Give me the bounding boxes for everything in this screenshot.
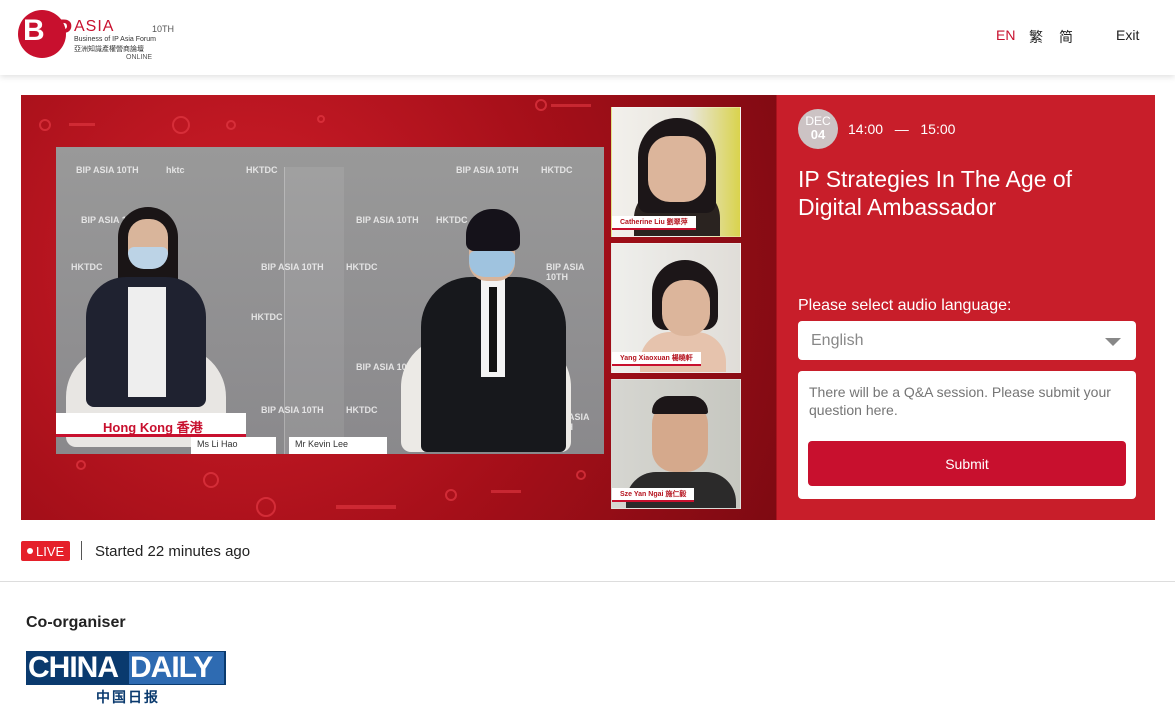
section-divider xyxy=(0,581,1175,582)
backdrop-logo: HKTDC xyxy=(541,165,573,175)
china-daily-logo-china: CHINA xyxy=(28,651,119,684)
live-stream-stage: BIP ASIA 10TH hktc HKTDC BIP ASIA 10TH H… xyxy=(21,95,1155,520)
logo-forum-name-chinese: 亞洲知識產權營商論壇 xyxy=(74,46,144,53)
speaker-2-mask xyxy=(469,251,515,277)
location-label: Hong Kong 香港 xyxy=(103,420,203,435)
exit-link[interactable]: Exit xyxy=(1116,27,1139,43)
chevron-down-icon xyxy=(1105,338,1121,346)
logo-edition: 10TH xyxy=(152,24,175,34)
submit-question-button[interactable]: Submit xyxy=(808,441,1126,486)
panelist-face xyxy=(648,136,706,202)
top-header: B IP ASIA 10TH Business of IP Asia Forum… xyxy=(0,0,1175,75)
session-info-panel: DEC 04 14:00 — 15:00 IP Strategies In Th… xyxy=(776,95,1155,520)
backdrop-logo: HKTDC xyxy=(346,262,378,272)
backdrop-logo: HKTDC xyxy=(71,262,103,272)
logo-letters-ip: IP xyxy=(46,14,72,47)
china-daily-logo[interactable]: CHINA DAILY xyxy=(26,651,226,685)
language-simplified-chinese[interactable]: 简 xyxy=(1059,27,1073,47)
live-badge: LIVE xyxy=(21,541,70,561)
china-daily-logo-chinese: 中国日报 xyxy=(96,690,160,706)
logo-asia: ASIA xyxy=(74,18,115,35)
coorganiser-heading: Co-organiser xyxy=(26,614,126,631)
main-speaker-video: BIP ASIA 10TH hktc HKTDC BIP ASIA 10TH H… xyxy=(56,147,604,454)
video-player[interactable]: BIP ASIA 10TH hktc HKTDC BIP ASIA 10TH H… xyxy=(21,95,776,520)
panelist-video-1: Catherine Liu 劉翠萍 xyxy=(611,107,741,237)
panelist-hair xyxy=(652,396,708,414)
language-traditional-chinese[interactable]: 繁 xyxy=(1029,27,1043,47)
audio-language-label: Please select audio language: xyxy=(798,297,1012,314)
live-dot-icon xyxy=(27,548,33,554)
backdrop-logo: BIP ASIA 10TH xyxy=(546,262,585,282)
location-lower-third: Hong Kong 香港 xyxy=(56,413,246,437)
panelist-face xyxy=(662,280,710,336)
date-day: 04 xyxy=(810,127,826,142)
logo-forum-name: Business of IP Asia Forum xyxy=(74,36,156,43)
china-daily-logo-daily: DAILY xyxy=(129,652,224,684)
session-time: 14:00 — 15:00 xyxy=(848,121,956,137)
logo-online: ONLINE xyxy=(126,54,153,61)
audio-language-select[interactable]: English xyxy=(798,321,1136,360)
logo-letter-b: B xyxy=(23,14,45,47)
separator xyxy=(81,541,82,560)
backdrop-logo: HKTDC xyxy=(246,165,278,175)
panelist-video-2: Yang Xiaoxuan 楊曉軒 xyxy=(611,243,741,373)
backdrop-logo: hktc xyxy=(166,165,185,175)
live-label: LIVE xyxy=(36,544,65,559)
speaker-2-hair xyxy=(466,209,520,251)
backdrop-logo: HKTDC xyxy=(346,405,378,415)
panelist-video-3: Sze Yan Ngai 施仁毅 xyxy=(611,379,741,509)
speaker-1-shirt xyxy=(128,287,166,397)
backdrop-logo: HKTDC xyxy=(251,312,283,322)
speaker-2-tie xyxy=(489,287,497,372)
question-input[interactable] xyxy=(809,383,1125,443)
date-month: DEC xyxy=(805,114,831,128)
speaker-1-name-tag: Ms Li Hao xyxy=(191,437,276,454)
glass-divider xyxy=(284,167,344,454)
session-title: IP Strategies In The Age of Digital Amba… xyxy=(798,166,1073,220)
backdrop-logo: HKTDC xyxy=(436,215,468,225)
speaker-2-name-tag: Mr Kevin Lee xyxy=(289,437,387,454)
audio-language-value: English xyxy=(811,332,864,349)
panelist-name: Yang Xiaoxuan 楊曉軒 xyxy=(612,352,701,366)
bip-asia-logo[interactable]: B IP ASIA 10TH Business of IP Asia Forum… xyxy=(18,8,188,66)
panelist-name: Sze Yan Ngai 施仁毅 xyxy=(612,488,695,502)
backdrop-logo: BIP ASIA 10TH xyxy=(456,165,519,175)
language-en[interactable]: EN xyxy=(996,27,1015,43)
date-badge: DEC 04 xyxy=(798,109,838,149)
panelist-name: Catherine Liu 劉翠萍 xyxy=(612,216,696,230)
backdrop-logo: BIP ASIA 10TH xyxy=(76,165,139,175)
started-time: Started 22 minutes ago xyxy=(95,543,251,560)
qa-form: Submit xyxy=(798,371,1136,499)
backdrop-logo: BIP ASIA 10TH xyxy=(356,215,419,225)
